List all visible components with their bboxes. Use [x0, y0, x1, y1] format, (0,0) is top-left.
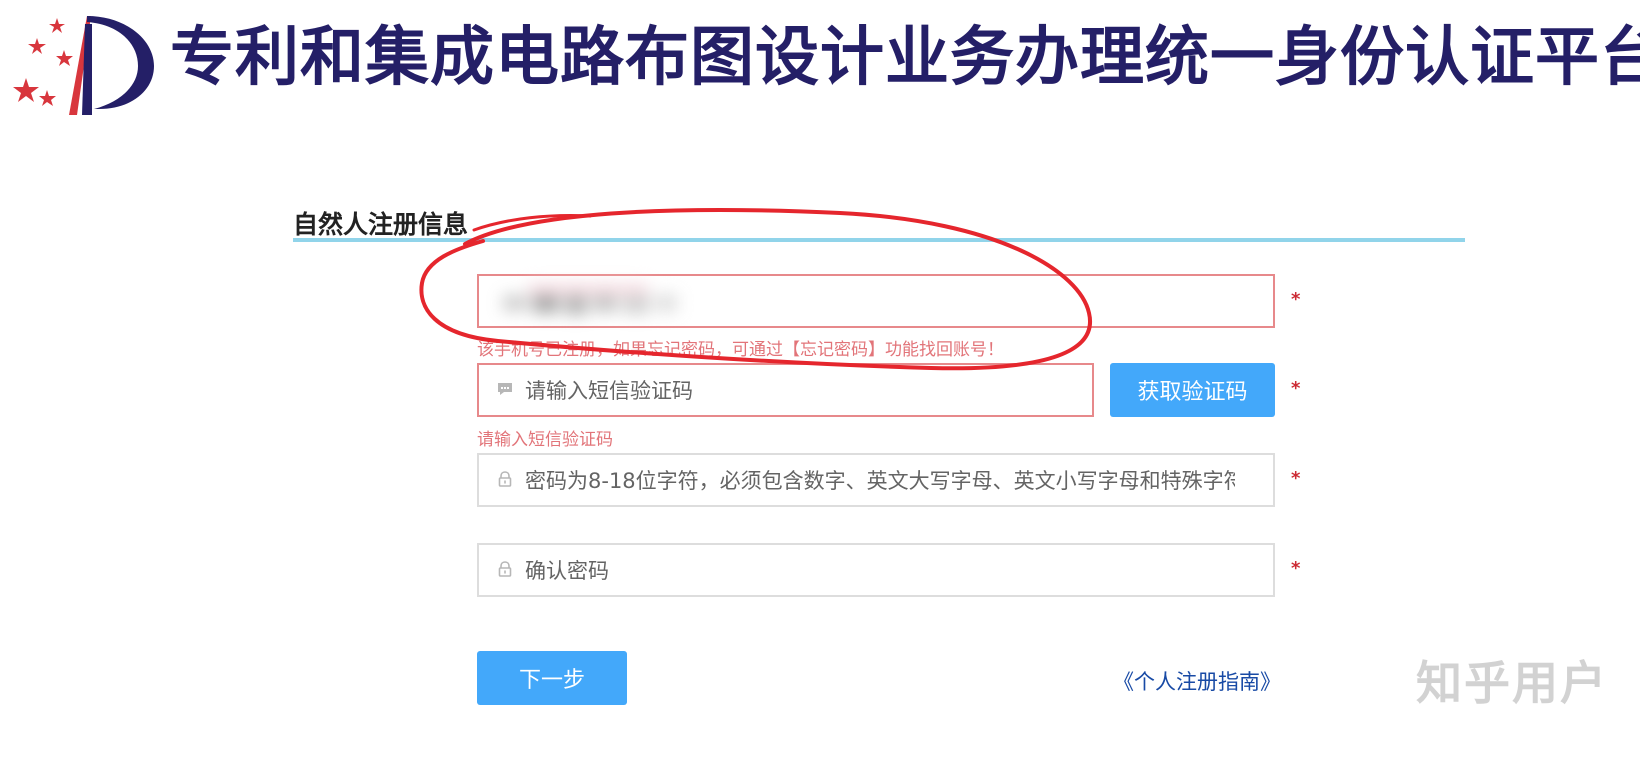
sms-error-text: 请输入短信验证码 — [477, 430, 613, 450]
lock-icon — [498, 561, 512, 577]
get-code-button[interactable]: 获取验证码 — [1110, 363, 1275, 417]
site-title: 专利和集成电路布图设计业务办理统一身份认证平台 — [170, 21, 1640, 95]
next-step-button[interactable]: 下一步 — [477, 651, 627, 705]
sms-code-input[interactable]: 请输入短信验证码 — [477, 363, 1094, 417]
cnipa-logo — [8, 8, 158, 120]
phone-required-mark: * — [1291, 289, 1301, 310]
phone-input[interactable] — [477, 274, 1275, 328]
section-divider — [293, 238, 1465, 242]
password-placeholder: 密码为8-18位字符，必须包含数字、英文大写字母、英文小写字母和特殊字符 — [525, 469, 1235, 493]
header: 专利和集成电路布图设计业务办理统一身份认证平台 — [0, 0, 1640, 140]
phone-error-text: 该手机号已注册，如果忘记密码，可通过【忘记密码】功能找回账号！ — [477, 340, 1004, 360]
confirm-password-input[interactable]: 确认密码 — [477, 543, 1275, 597]
lock-icon — [498, 471, 512, 487]
password-input[interactable]: 密码为8-18位字符，必须包含数字、英文大写字母、英文小写字母和特殊字符 — [477, 453, 1275, 507]
section-title: 自然人注册信息 — [293, 210, 469, 239]
sms-code-placeholder: 请输入短信验证码 — [525, 379, 693, 403]
message-icon — [498, 383, 512, 395]
password-required-mark: * — [1291, 468, 1301, 489]
confirm-password-placeholder: 确认密码 — [525, 559, 609, 583]
watermark: 知乎用户 — [1416, 656, 1608, 710]
phone-value-blur — [503, 283, 683, 327]
personal-registration-guide-link[interactable]: 《个人注册指南》 — [1113, 666, 1281, 696]
sms-required-mark: * — [1291, 378, 1301, 399]
confirm-password-required-mark: * — [1291, 558, 1301, 579]
